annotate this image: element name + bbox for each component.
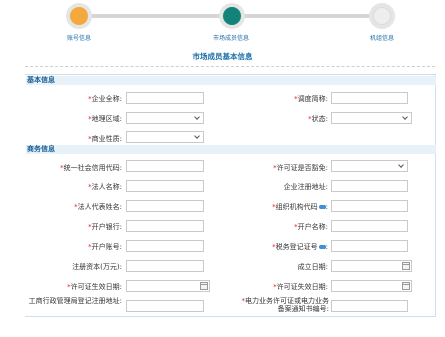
page-title: 市场成员基本信息: [192, 52, 253, 61]
section-business-header: 商务信息: [26, 145, 436, 154]
credit-code-label: *统一社会信用代码:: [60, 164, 122, 172]
tax-no-input[interactable]: [331, 240, 408, 252]
account-no-label: *开户账号:: [88, 243, 122, 251]
calendar-icon[interactable]: [200, 282, 208, 290]
step-3-circle[interactable]: [369, 3, 395, 29]
step-track-1: [80, 14, 230, 18]
account-no-input[interactable]: [126, 240, 204, 252]
license-invalid-label: *许可证失效日期:: [273, 283, 328, 291]
account-name-input[interactable]: [331, 220, 408, 232]
region-select[interactable]: [126, 112, 204, 124]
status-select[interactable]: [331, 112, 412, 124]
bank-label: *开户银行:: [88, 223, 122, 231]
info-icon[interactable]: [318, 205, 326, 209]
found-date-label: 成立日期:: [297, 263, 328, 271]
reg-address-input[interactable]: [331, 180, 408, 192]
short-name-label: *调度简称:: [294, 95, 328, 103]
capital-label: 注册资本(万元):: [72, 263, 122, 271]
reg-address-label: 企业注册地址:: [283, 183, 328, 191]
license-invalid-input[interactable]: [331, 280, 412, 292]
power-license-input[interactable]: [331, 300, 408, 312]
legal-name-label: *法人名称:: [88, 183, 122, 191]
icbc-address-input[interactable]: [126, 300, 204, 312]
step-3-dot: [373, 7, 391, 25]
title-divider: [25, 66, 435, 67]
found-date-input[interactable]: [331, 260, 412, 272]
section-basic-header: 基本信息: [26, 76, 436, 85]
step-1-label[interactable]: 账号信息: [67, 33, 91, 42]
region-label: *地理区域:: [88, 115, 122, 123]
info-icon[interactable]: [318, 245, 326, 249]
calendar-icon[interactable]: [402, 282, 410, 290]
step-2-label[interactable]: 市场成员信息: [213, 33, 249, 42]
company-name-input[interactable]: [126, 92, 204, 104]
step-2-circle[interactable]: [219, 3, 245, 29]
org-code-label: *组织机构代码:: [272, 203, 328, 211]
license-exempt-select[interactable]: [331, 160, 408, 172]
nature-label: *商业性质:: [88, 135, 122, 143]
company-name-label: *企业全称:: [88, 95, 122, 103]
license-exempt-label: *许可证是否豁免:: [273, 164, 328, 172]
step-track-2: [236, 14, 386, 18]
status-label: *状态:: [308, 115, 328, 123]
account-name-label: *开户名称:: [294, 223, 328, 231]
short-name-input[interactable]: [331, 92, 408, 104]
org-code-input[interactable]: [331, 200, 408, 212]
tax-no-label: *税务登记证号:: [272, 243, 328, 251]
license-valid-label: *许可证生效日期:: [67, 283, 122, 291]
step-1-circle[interactable]: [66, 3, 92, 29]
icbc-address-label: 工商行政管理局登记注册地址:: [28, 297, 122, 305]
legal-rep-label: *法人代表姓名:: [74, 203, 122, 211]
power-license-label: *电力业务许可证或电力业务备案通知书编号:: [241, 297, 330, 313]
step-1-dot: [70, 7, 88, 25]
credit-code-input[interactable]: [126, 160, 204, 172]
legal-name-input[interactable]: [126, 180, 204, 192]
step-3-label[interactable]: 机组信息: [370, 33, 394, 42]
progress-stepper: 账号信息 市场成员信息 机组信息: [0, 0, 445, 46]
bank-input[interactable]: [126, 220, 204, 232]
step-2-dot: [223, 7, 241, 25]
calendar-icon[interactable]: [402, 262, 410, 270]
legal-rep-input[interactable]: [126, 200, 204, 212]
license-valid-input[interactable]: [126, 280, 210, 292]
nature-select[interactable]: [126, 131, 204, 143]
capital-input[interactable]: [126, 260, 204, 272]
